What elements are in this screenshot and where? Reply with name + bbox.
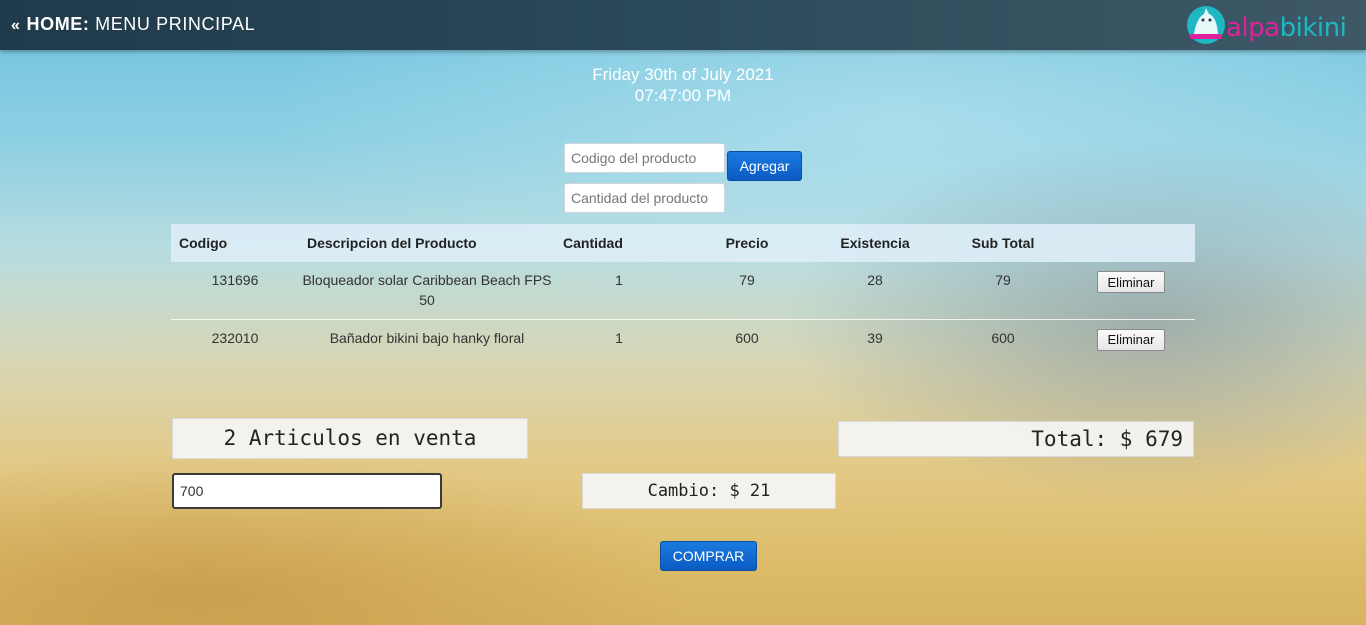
top-bar: « HOME: MENU PRINCIPAL alpabikini xyxy=(0,0,1366,50)
header-precio: Precio xyxy=(725,235,769,251)
home-label: HOME: xyxy=(26,14,90,34)
cell-action: Eliminar xyxy=(1067,319,1195,367)
cell-qty: 1 xyxy=(615,329,623,346)
product-quantity-input[interactable] xyxy=(564,183,725,213)
cell-stock: 39 xyxy=(867,329,883,346)
datetime: Friday 30th of July 2021 07:47:00 PM xyxy=(483,64,883,106)
current-time: 07:47:00 PM xyxy=(634,86,732,105)
header-subtotal: Sub Total xyxy=(971,235,1035,251)
change-display: Cambio: $ 21 xyxy=(582,473,836,509)
cell-code: 131696 xyxy=(211,272,259,288)
cell-stock: 28 xyxy=(867,272,883,288)
cell-price: 79 xyxy=(739,272,755,288)
sales-table: Codigo Descripcion del Producto Cantidad… xyxy=(171,224,1195,367)
cell-description: Bañador bikini bajo hanky floral xyxy=(329,329,525,346)
cell-price: 600 xyxy=(735,329,759,346)
cell-action: Eliminar xyxy=(1067,262,1195,319)
cell-subtotal: 600 xyxy=(991,329,1015,346)
header-descripcion: Descripcion del Producto xyxy=(307,235,477,251)
alpaca-icon xyxy=(1187,6,1225,44)
cell-description: Bloqueador solar Caribbean Beach FPS 50 xyxy=(302,272,552,308)
payment-input[interactable] xyxy=(172,473,442,509)
cell-subtotal: 79 xyxy=(995,272,1011,288)
table-row: 131696 Bloqueador solar Caribbean Beach … xyxy=(171,262,1195,319)
header-existencia: Existencia xyxy=(840,235,910,251)
delete-button[interactable]: Eliminar xyxy=(1097,328,1165,351)
back-arrow-icon: « xyxy=(11,17,21,34)
header-codigo: Codigo xyxy=(179,235,228,251)
home-link[interactable]: « HOME: MENU PRINCIPAL xyxy=(11,14,255,35)
current-date: Friday 30th of July 2021 xyxy=(592,65,774,84)
cell-code: 232010 xyxy=(211,329,259,346)
total-display: Total: $ 679 xyxy=(838,421,1194,457)
cell-qty: 1 xyxy=(615,272,623,288)
buy-button[interactable]: COMPRAR xyxy=(660,541,757,571)
delete-button[interactable]: Eliminar xyxy=(1097,271,1165,293)
items-count-display: 2 Articulos en venta xyxy=(172,418,528,459)
table-header-row: Codigo Descripcion del Producto Cantidad… xyxy=(171,224,1195,262)
logo-text: alpabikini xyxy=(1226,13,1347,43)
brand-logo[interactable]: alpabikini xyxy=(1184,4,1360,46)
product-code-input[interactable] xyxy=(564,143,725,173)
add-button[interactable]: Agregar xyxy=(727,151,802,181)
table-row: 232010 Bañador bikini bajo hanky floral … xyxy=(171,319,1195,367)
header-actions xyxy=(1067,224,1195,262)
header-cantidad: Cantidad xyxy=(563,235,623,251)
menu-label: MENU PRINCIPAL xyxy=(95,14,256,34)
